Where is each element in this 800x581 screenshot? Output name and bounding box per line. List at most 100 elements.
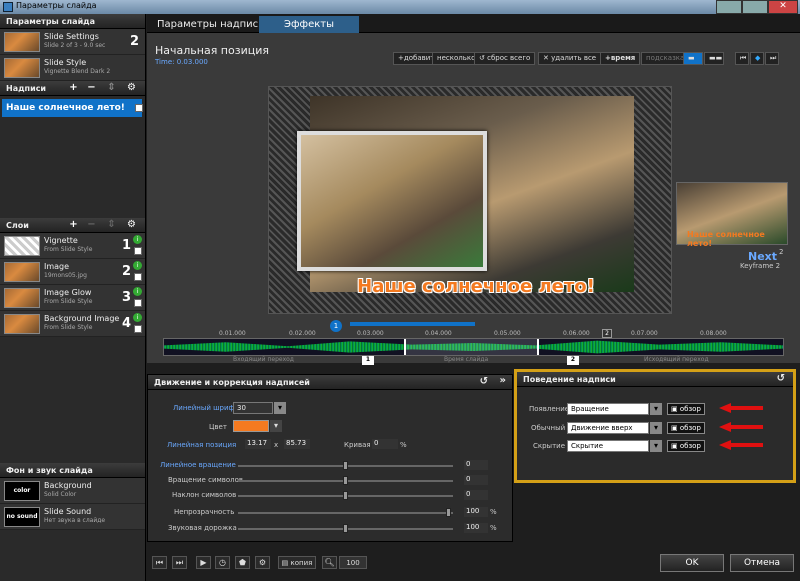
slider-knob[interactable] [343,491,348,500]
slide-style-item[interactable]: Slide Style Vignette Blend Dark 2 [0,55,145,81]
normal-select[interactable]: Движение вверх [567,422,649,434]
marker-icon[interactable]: ⬟ [235,556,250,569]
tab-caption-params[interactable]: Параметры надписи [149,16,273,33]
next-slide-icon[interactable]: ⏭ [172,556,187,569]
maximize-button[interactable] [742,0,768,14]
layer-number: 1 [121,238,131,253]
row-value[interactable]: 100 [464,523,488,533]
layer-thumbnail [4,262,40,282]
row-value[interactable]: 0 [464,475,488,485]
behavior-reset-icon[interactable]: ↺ [777,373,785,384]
appear-dropdown[interactable]: ▾ [650,403,662,415]
layer-thumbnail [4,236,40,256]
tab-bar: Параметры надписи Эффекты [147,14,800,33]
slide-settings-item[interactable]: Slide Settings Slide 2 of 3 - 9.0 sec 2 [0,29,145,55]
red-arrow-icon [719,403,763,413]
slider-knob[interactable] [343,476,348,485]
appear-browse-button[interactable]: ▣ обзор [667,403,705,415]
layer-item[interactable]: Vignette From Slide Style 1 i [0,233,145,259]
background-item[interactable]: color Background Solid Color [0,478,145,504]
view-mode-alt-button[interactable]: ▬▬ [704,52,724,65]
view-mode-button[interactable]: ▬ [683,52,703,65]
preview-caption[interactable]: Наше солнечное лето! [320,276,632,302]
prev-slide-icon[interactable]: ⏮ [152,556,167,569]
remove-caption-button[interactable]: − [86,83,97,94]
color-swatch[interactable] [233,420,269,432]
motion-reset-icon[interactable]: ↺ [480,376,488,387]
layer-title: Vignette [44,236,78,245]
row-value[interactable]: 100 [464,507,488,517]
font-size-dropdown[interactable]: ▾ [274,402,286,414]
font-size-field[interactable]: 30 [233,402,273,414]
time-button[interactable]: +время [600,52,641,65]
keyframe-handle-right[interactable]: 2 [567,356,579,365]
keyframe-1-marker[interactable]: 1 [330,320,342,332]
caption-settings-icon[interactable]: ⚙ [126,83,137,94]
clock-icon[interactable]: ◷ [215,556,230,569]
copy-button[interactable]: ▤ копия [278,556,316,569]
prev-keyframe-button[interactable]: ⏮ [735,52,749,65]
position-y-field[interactable]: 85.73 [284,439,310,449]
hide-dropdown[interactable]: ▾ [650,440,662,452]
layer-item[interactable]: Image 19mons05.jpg 2 i [0,259,145,285]
move-caption-button[interactable]: ⇕ [106,83,117,94]
hide-browse-button[interactable]: ▣ обзор [667,440,705,452]
curve-field[interactable]: 0 [372,439,398,449]
play-icon[interactable]: ▶ [196,556,211,569]
reset-all-button[interactable]: ↺ сброс всего [474,52,536,65]
layer-checkbox[interactable] [134,273,142,281]
layer-settings-icon[interactable]: ⚙ [126,220,137,231]
opacity-slider[interactable] [238,512,453,514]
motion-expand-icon[interactable]: » [500,375,506,386]
next-caption: Наше солнечное лето! [687,230,765,248]
layer-item[interactable]: Image Glow From Slide Style 3 i [0,285,145,311]
row-value[interactable]: 0 [464,490,488,500]
position-x-field[interactable]: 13.17 [245,439,271,449]
info-icon[interactable]: i [133,287,142,296]
keyframe-marker-icon[interactable]: ◆ [750,52,764,65]
layer-item[interactable]: Background Image From Slide Style 4 i [0,311,145,337]
zoom-icon[interactable]: 🔍︎ [322,556,337,569]
move-layer-button[interactable]: ⇕ [106,220,117,231]
info-icon[interactable]: i [133,261,142,270]
slider-knob[interactable] [446,508,451,517]
layer-checkbox[interactable] [134,299,142,307]
slide-sound-item[interactable]: no sound Slide Sound Нет звука в слайде [0,504,145,530]
keyframe-handle-left[interactable]: 1 [362,356,374,365]
appear-select[interactable]: Вращение [567,403,649,415]
normal-dropdown[interactable]: ▾ [650,422,662,434]
hide-select[interactable]: Скрытие [567,440,649,452]
row-value[interactable]: 0 [464,460,488,470]
slider-knob[interactable] [343,461,348,470]
info-icon[interactable]: i [133,235,142,244]
slide-time-region[interactable] [404,339,539,355]
delete-all-button[interactable]: ✕ удалить все [538,52,602,65]
slider-knob[interactable] [343,524,348,533]
caption-checkbox[interactable] [135,104,143,112]
cancel-button[interactable]: Отмена [730,554,794,572]
normal-browse-button[interactable]: ▣ обзор [667,422,705,434]
layers-header-label: Слои [6,221,29,230]
layer-number: 2 [121,264,131,279]
position-x-sep: x [274,441,279,449]
keyframe-2-marker[interactable]: 2 [602,329,612,338]
ok-button[interactable]: OK [660,554,724,572]
next-keyframe-button[interactable]: ⏭ [765,52,779,65]
close-button[interactable]: ✕ [768,0,798,14]
color-dropdown[interactable]: ▾ [270,420,282,432]
layer-checkbox[interactable] [134,247,142,255]
behavior-label: Скрытие [533,442,566,450]
add-caption-button[interactable]: + [68,83,79,94]
info-icon[interactable]: i [133,313,142,322]
layer-checkbox[interactable] [134,325,142,333]
minimize-button[interactable] [716,0,742,14]
add-layer-button[interactable]: + [68,220,79,231]
tab-effects[interactable]: Эффекты [259,16,359,33]
zoom-field[interactable]: 100 [339,556,367,569]
timeline-waveform[interactable] [163,338,784,356]
behavior-panel: Поведение надписи ↺ Появление Вращение ▾… [514,369,796,483]
caption-item[interactable]: Наше солнечное лето! [2,99,142,117]
remove-layer-button[interactable]: − [86,220,97,231]
settings-icon[interactable]: ⚙ [255,556,270,569]
next-slide-thumbnail[interactable]: Наше солнечное лето! [676,182,788,248]
